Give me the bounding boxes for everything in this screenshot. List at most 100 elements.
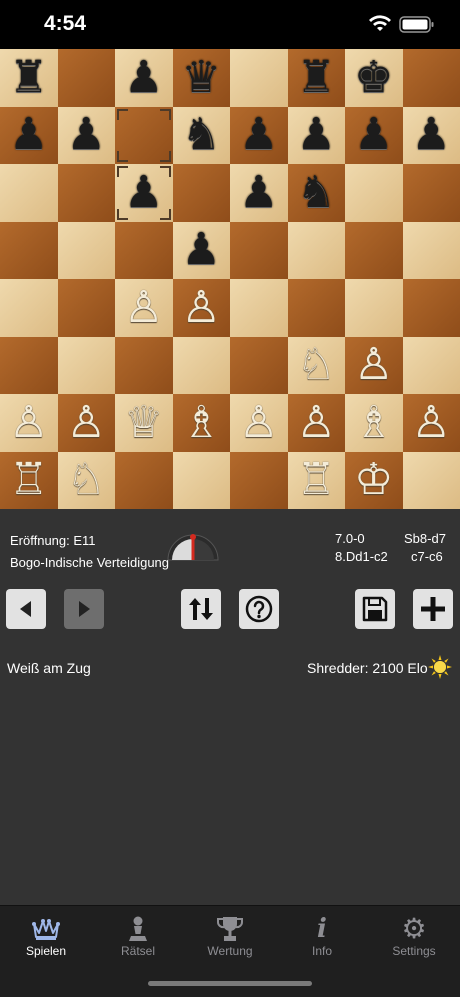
square-b6[interactable] <box>58 164 116 222</box>
square-c2[interactable]: ♕ <box>115 394 173 452</box>
square-f1[interactable]: ♖ <box>288 452 346 510</box>
square-a2[interactable]: ♙ <box>0 394 58 452</box>
square-c1[interactable] <box>115 452 173 510</box>
black-pawn-piece[interactable]: ♟ <box>354 113 393 157</box>
square-c5[interactable] <box>115 222 173 280</box>
black-pawn-piece[interactable]: ♟ <box>182 228 221 272</box>
black-pawn-piece[interactable]: ♟ <box>124 56 163 100</box>
black-pawn-piece[interactable]: ♟ <box>9 113 48 157</box>
square-b4[interactable] <box>58 279 116 337</box>
square-d4[interactable]: ♙ <box>173 279 231 337</box>
black-knight-piece[interactable]: ♞ <box>297 171 336 215</box>
square-e6[interactable]: ♟ <box>230 164 288 222</box>
black-pawn-piece[interactable]: ♟ <box>239 171 278 215</box>
square-g2[interactable]: ♗ <box>345 394 403 452</box>
tab-raetsel[interactable]: Rätsel <box>92 906 184 966</box>
hint-button[interactable] <box>239 589 279 629</box>
flip-board-button[interactable] <box>181 589 221 629</box>
square-d1[interactable] <box>173 452 231 510</box>
square-a7[interactable]: ♟ <box>0 107 58 165</box>
black-queen-piece[interactable]: ♛ <box>182 56 221 100</box>
square-c3[interactable] <box>115 337 173 395</box>
square-f8[interactable]: ♜ <box>288 49 346 107</box>
white-pawn-piece[interactable]: ♙ <box>67 401 106 445</box>
square-e8[interactable] <box>230 49 288 107</box>
square-d5[interactable]: ♟ <box>173 222 231 280</box>
black-pawn-piece[interactable]: ♟ <box>124 171 163 215</box>
square-b3[interactable] <box>58 337 116 395</box>
black-knight-piece[interactable]: ♞ <box>182 113 221 157</box>
square-h8[interactable] <box>403 49 460 107</box>
engine-strength[interactable]: Shredder: 2100 Elo <box>307 660 428 676</box>
square-h7[interactable]: ♟ <box>403 107 460 165</box>
white-queen-piece[interactable]: ♕ <box>124 401 163 445</box>
square-d6[interactable] <box>173 164 231 222</box>
square-b7[interactable]: ♟ <box>58 107 116 165</box>
square-a6[interactable] <box>0 164 58 222</box>
square-e1[interactable] <box>230 452 288 510</box>
square-a1[interactable]: ♖ <box>0 452 58 510</box>
square-e2[interactable]: ♙ <box>230 394 288 452</box>
tab-spielen[interactable]: Spielen <box>0 906 92 966</box>
square-e4[interactable] <box>230 279 288 337</box>
square-f7[interactable]: ♟ <box>288 107 346 165</box>
black-pawn-piece[interactable]: ♟ <box>239 113 278 157</box>
chess-board[interactable]: ♜♟♛♜♚♟♟♞♟♟♟♟♟♟♞♟♙♙♘♙♙♙♕♗♙♙♗♙♖♘♖♔ <box>0 49 460 509</box>
square-g3[interactable]: ♙ <box>345 337 403 395</box>
tab-info[interactable]: i Info <box>276 906 368 966</box>
square-d3[interactable] <box>173 337 231 395</box>
square-h6[interactable] <box>403 164 460 222</box>
square-f4[interactable] <box>288 279 346 337</box>
square-e3[interactable] <box>230 337 288 395</box>
white-pawn-piece[interactable]: ♙ <box>182 286 221 330</box>
tab-settings[interactable]: ⚙ Settings <box>368 906 460 966</box>
square-g6[interactable] <box>345 164 403 222</box>
white-bishop-piece[interactable]: ♗ <box>354 401 393 445</box>
square-b8[interactable] <box>58 49 116 107</box>
white-knight-piece[interactable]: ♘ <box>297 343 336 387</box>
square-g1[interactable]: ♔ <box>345 452 403 510</box>
white-king-piece[interactable]: ♔ <box>354 458 393 502</box>
square-b5[interactable] <box>58 222 116 280</box>
black-rook-piece[interactable]: ♜ <box>297 56 336 100</box>
white-pawn-piece[interactable]: ♙ <box>124 286 163 330</box>
square-a8[interactable]: ♜ <box>0 49 58 107</box>
square-h4[interactable] <box>403 279 460 337</box>
square-f5[interactable] <box>288 222 346 280</box>
forward-button[interactable] <box>64 589 104 629</box>
white-pawn-piece[interactable]: ♙ <box>9 401 48 445</box>
black-pawn-piece[interactable]: ♟ <box>297 113 336 157</box>
white-pawn-piece[interactable]: ♙ <box>412 401 451 445</box>
square-c8[interactable]: ♟ <box>115 49 173 107</box>
square-c6[interactable]: ♟ <box>115 164 173 222</box>
white-bishop-piece[interactable]: ♗ <box>182 401 221 445</box>
square-b1[interactable]: ♘ <box>58 452 116 510</box>
white-pawn-piece[interactable]: ♙ <box>354 343 393 387</box>
tab-wertung[interactable]: Wertung <box>184 906 276 966</box>
black-king-piece[interactable]: ♚ <box>354 56 393 100</box>
square-a5[interactable] <box>0 222 58 280</box>
square-d7[interactable]: ♞ <box>173 107 231 165</box>
square-g4[interactable] <box>345 279 403 337</box>
black-rook-piece[interactable]: ♜ <box>9 56 48 100</box>
white-pawn-piece[interactable]: ♙ <box>239 401 278 445</box>
white-knight-piece[interactable]: ♘ <box>67 458 106 502</box>
square-h3[interactable] <box>403 337 460 395</box>
square-c7[interactable] <box>115 107 173 165</box>
square-e7[interactable]: ♟ <box>230 107 288 165</box>
black-pawn-piece[interactable]: ♟ <box>412 113 451 157</box>
square-d8[interactable]: ♛ <box>173 49 231 107</box>
square-h1[interactable] <box>403 452 460 510</box>
square-b2[interactable]: ♙ <box>58 394 116 452</box>
square-g7[interactable]: ♟ <box>345 107 403 165</box>
square-c4[interactable]: ♙ <box>115 279 173 337</box>
square-h2[interactable]: ♙ <box>403 394 460 452</box>
black-pawn-piece[interactable]: ♟ <box>67 113 106 157</box>
square-f6[interactable]: ♞ <box>288 164 346 222</box>
square-f3[interactable]: ♘ <box>288 337 346 395</box>
new-game-button[interactable] <box>413 589 453 629</box>
square-h5[interactable] <box>403 222 460 280</box>
square-g8[interactable]: ♚ <box>345 49 403 107</box>
square-g5[interactable] <box>345 222 403 280</box>
square-d2[interactable]: ♗ <box>173 394 231 452</box>
